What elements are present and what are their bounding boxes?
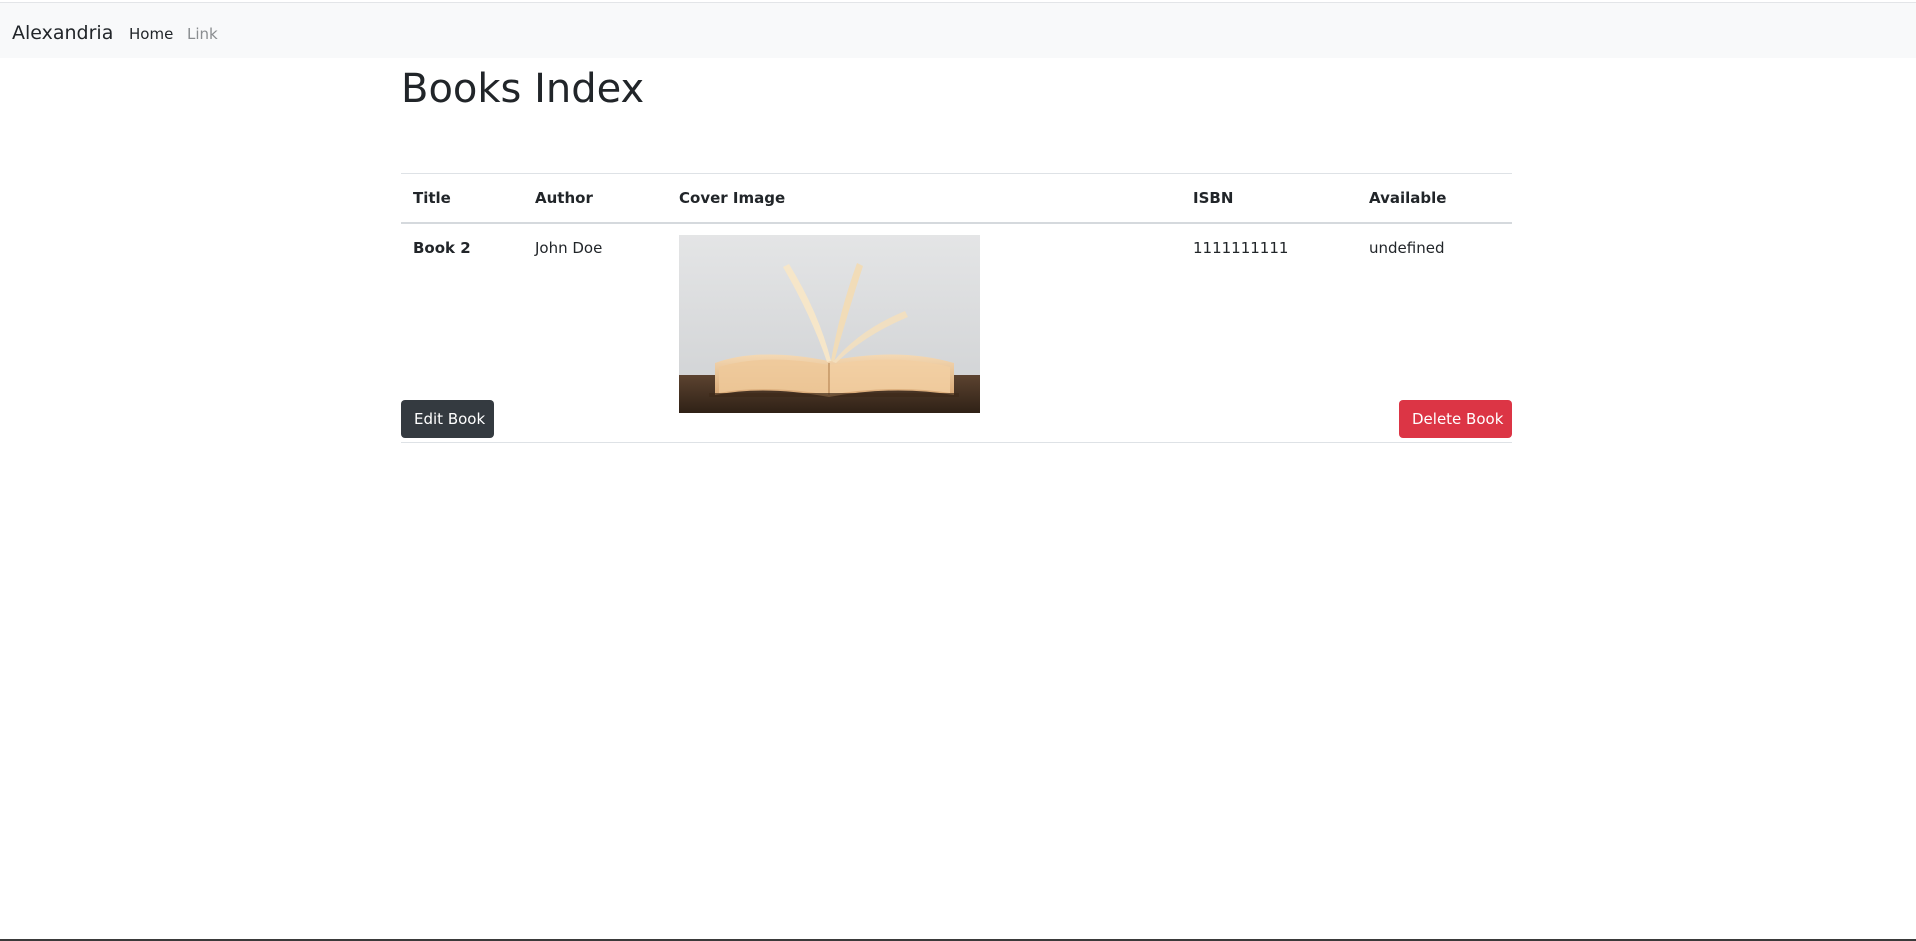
table-header-border: [401, 222, 1512, 224]
table-bottom-border: [401, 442, 1512, 443]
header-title: Title: [413, 189, 451, 207]
cell-available: undefined: [1369, 239, 1445, 257]
nav-link-link[interactable]: Link: [187, 24, 218, 44]
header-isbn: ISBN: [1193, 189, 1234, 207]
navbar: Alexandria Home Link: [0, 2, 1916, 58]
cell-author: John Doe: [535, 239, 603, 257]
table-top-border: [401, 173, 1512, 174]
edit-book-button[interactable]: Edit Book: [401, 400, 494, 438]
delete-book-button[interactable]: Delete Book: [1399, 400, 1512, 438]
nav-link-home[interactable]: Home: [129, 24, 173, 44]
cell-isbn: 1111111111: [1193, 239, 1289, 257]
page-title: Books Index: [401, 66, 645, 112]
cell-title: Book 2: [413, 239, 471, 257]
cover-image: [679, 235, 980, 413]
header-cover-image: Cover Image: [679, 189, 786, 207]
brand-link[interactable]: Alexandria: [12, 21, 113, 45]
header-author: Author: [535, 189, 593, 207]
header-available: Available: [1369, 189, 1447, 207]
